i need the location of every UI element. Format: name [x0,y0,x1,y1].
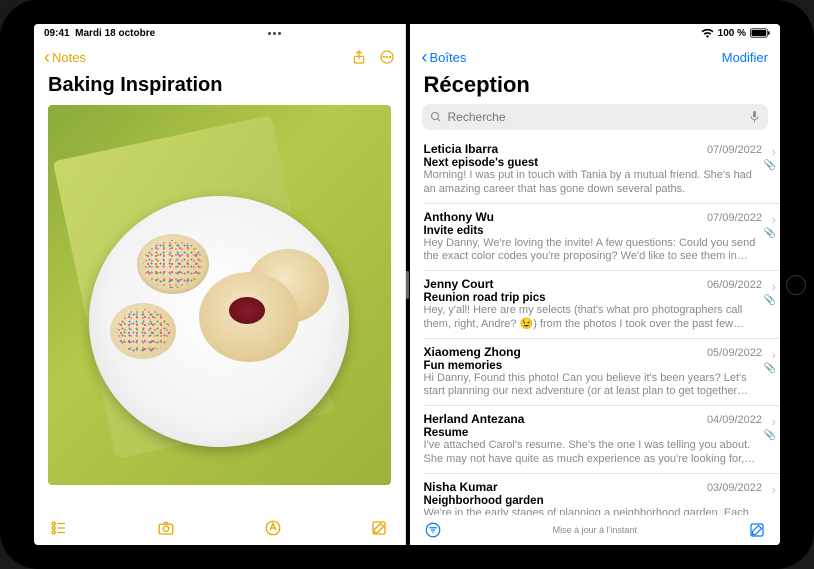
mail-back-button[interactable]: ‹ Boîtes [422,47,467,68]
mail-preview: Hey, y'all! Here are my selects (that's … [424,304,763,332]
home-button[interactable] [786,275,806,295]
status-time: 09:41 Mardi 18 octobre [44,28,155,39]
camera-icon[interactable] [157,519,175,537]
mail-app-pane: 100 % ‹ Boîtes Modifier Réception [410,24,781,545]
attachment-icon: 📎 [764,160,776,171]
mail-subject: Resume [424,427,763,439]
split-view-divider[interactable] [406,24,410,545]
compose-icon[interactable] [370,519,388,537]
back-label: Boîtes [430,50,467,65]
chevron-right-icon: › [772,144,776,159]
chevron-right-icon: › [772,482,776,497]
sync-status: Mise à jour à l'instant [553,525,637,535]
mail-sender: Nisha Kumar [424,480,498,494]
attachment-icon: 📎 [764,363,776,374]
mail-date: 05/09/2022 [707,347,762,359]
attachment-icon: 📎 [764,228,776,239]
mail-sender: Xiaomeng Zhong [424,345,521,359]
multitask-dots-icon[interactable] [268,32,281,35]
chevron-right-icon: › [772,279,776,294]
more-icon[interactable] [379,49,395,65]
search-input[interactable] [448,110,744,124]
mail-subject: Reunion road trip pics [424,292,763,304]
mail-sender: Leticia Ibarra [424,142,499,156]
battery-label: 100 % [718,28,746,39]
mail-item[interactable]: Nisha Kumar 03/09/2022Neighborhood garden… [424,474,781,516]
mail-date: 03/09/2022 [707,482,762,494]
mail-subject: Neighborhood garden [424,495,763,507]
edit-button[interactable]: Modifier [722,50,768,65]
mail-nav-bar: ‹ Boîtes Modifier [410,42,781,72]
mail-date: 06/09/2022 [707,279,762,291]
mail-sender: Jenny Court [424,277,494,291]
inbox-title: Réception [410,72,781,104]
mail-subject: Invite edits [424,225,763,237]
notes-nav-bar: ‹ Notes [34,42,405,72]
ipad-device: 09:41 Mardi 18 octobre ‹ Notes [0,0,814,569]
chevron-right-icon: › [772,414,776,429]
mail-item[interactable]: Xiaomeng Zhong 05/09/2022Fun memoriesHi D… [424,339,781,407]
mail-subject: Next episode's guest [424,157,763,169]
mail-item[interactable]: Anthony Wu 07/09/2022Invite editsHey Dann… [424,204,781,272]
chevron-right-icon: › [772,212,776,227]
mail-preview: We're in the early stages of planning a … [424,507,763,516]
mail-preview: I've attached Carol's resume. She's the … [424,439,763,467]
back-label: Notes [52,50,86,65]
note-image[interactable] [48,105,391,485]
mail-toolbar: Mise à jour à l'instant [410,515,781,545]
mail-item[interactable]: Jenny Court 06/09/2022Reunion road trip p… [424,271,781,339]
status-bar-left: 09:41 Mardi 18 octobre [34,24,405,42]
filter-icon[interactable] [424,521,442,539]
note-title[interactable]: Baking Inspiration [34,72,405,103]
notes-back-button[interactable]: ‹ Notes [44,48,86,66]
chevron-left-icon: ‹ [422,47,428,68]
notes-app-pane: 09:41 Mardi 18 octobre ‹ Notes [34,24,406,545]
mail-preview: Hey Danny, We're loving the invite! A fe… [424,237,763,265]
wifi-icon [701,28,714,38]
mail-preview: Morning! I was put in touch with Tania b… [424,169,763,197]
battery-icon [750,28,770,38]
mail-subject: Fun memories [424,360,763,372]
search-icon [430,111,442,123]
markup-icon[interactable] [264,519,282,537]
mail-list[interactable]: Leticia Ibarra07/09/2022Next episode's g… [410,136,781,515]
share-icon[interactable] [351,49,367,65]
mail-item[interactable]: Leticia Ibarra 07/09/2022Next episode's g… [424,136,781,204]
mail-date: 07/09/2022 [707,212,762,224]
dictate-icon[interactable] [749,110,760,124]
attachment-icon: 📎 [764,430,776,441]
chevron-left-icon: ‹ [44,48,50,66]
screen: 09:41 Mardi 18 octobre ‹ Notes [34,24,780,545]
mail-item[interactable]: Herland Antezana 04/09/2022ResumeI've att… [424,406,781,474]
checklist-icon[interactable] [50,519,68,537]
status-bar-right: 100 % [410,24,781,42]
notes-toolbar [34,511,405,545]
attachment-icon: 📎 [764,295,776,306]
mail-date: 07/09/2022 [707,144,762,156]
mail-sender: Herland Antezana [424,412,525,426]
mail-sender: Anthony Wu [424,210,494,224]
chevron-right-icon: › [772,347,776,362]
search-field[interactable] [422,104,769,130]
mail-date: 04/09/2022 [707,414,762,426]
compose-mail-icon[interactable] [748,521,766,539]
mail-preview: Hi Danny, Found this photo! Can you beli… [424,372,763,400]
